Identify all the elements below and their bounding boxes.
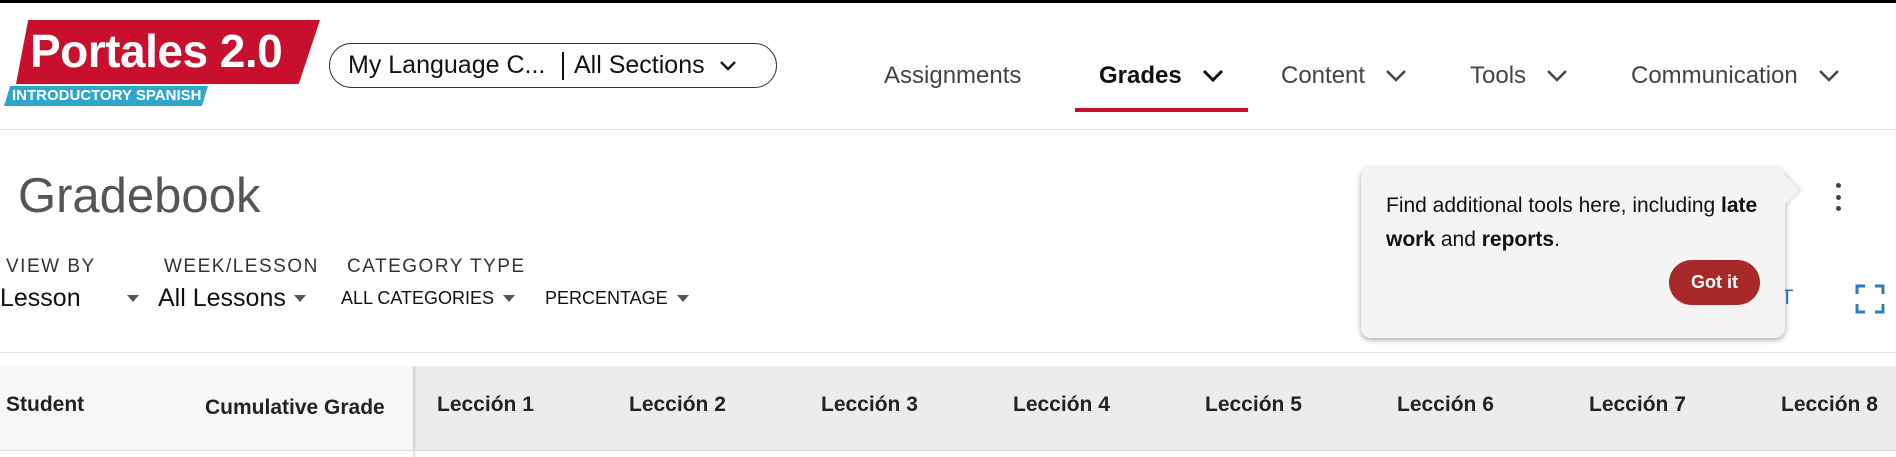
table-header-shadow [413,366,417,457]
table-top-border [0,352,1896,353]
column-header-leccion-8[interactable]: Lección 8 [1781,393,1878,417]
nav-tools[interactable]: Tools [1470,62,1568,90]
column-header-leccion-7[interactable]: Lección 7 [1589,393,1686,417]
logo-subtitle: INTRODUCTORY SPANISH [12,87,202,104]
tooltip-text-mid: and [1435,228,1482,251]
more-vertical-icon[interactable] [1830,183,1846,211]
nav-content[interactable]: Content [1281,62,1407,90]
portales-logo[interactable]: Portales 2.0 INTRODUCTORY SPANISH [4,20,322,108]
course-name: My Language C... [348,51,546,79]
category-type-select[interactable]: ALL CATEGORIES [341,288,516,309]
nav-communication[interactable]: Communication [1631,62,1840,90]
nav-grades[interactable]: Grades [1099,62,1224,90]
chevron-down-icon [1818,69,1840,83]
caret-down-icon [293,295,306,302]
chevron-down-icon [1202,69,1224,83]
nav-assignments[interactable]: Assignments [884,62,1021,90]
chevron-down-icon [1546,69,1568,83]
category-type-label: CATEGORY TYPE [347,256,526,277]
caret-down-icon [503,295,516,302]
week-lesson-label: WEEK/LESSON [164,256,319,277]
category-type-value: ALL CATEGORIES [341,288,495,308]
column-header-leccion-1[interactable]: Lección 1 [437,393,534,417]
tooltip-text: Find additional tools here, including la… [1386,189,1766,257]
header-divider [0,129,1896,130]
column-header-leccion-5[interactable]: Lección 5 [1205,393,1302,417]
section-name: All Sections [574,51,705,79]
column-header-student[interactable]: Student [6,393,84,417]
tooltip-text-suffix: . [1554,228,1560,251]
display-mode-select[interactable]: PERCENTAGE [545,288,689,309]
top-border [0,0,1896,3]
column-header-cumulative-grade[interactable]: Cumulative Grade [205,396,385,420]
column-header-leccion-3[interactable]: Lección 3 [821,393,918,417]
feature-tooltip: Find additional tools here, including la… [1361,167,1800,338]
tooltip-text-prefix: Find additional tools here, including [1386,194,1722,217]
view-by-select[interactable]: Lesson [0,284,139,313]
course-section-selector[interactable]: My Language C... All Sections [329,43,777,88]
page-title: Gradebook [18,169,261,223]
nav-label: Grades [1099,62,1182,89]
active-tab-underline [1075,108,1248,112]
display-mode-value: PERCENTAGE [545,288,668,308]
tooltip-arrow [1768,174,1800,206]
week-lesson-select[interactable]: All Lessons [158,284,306,313]
selector-divider [562,51,564,80]
view-by-value: Lesson [0,284,81,312]
logo-title: Portales 2.0 [30,25,283,77]
got-it-button[interactable]: Got it [1669,260,1760,305]
week-lesson-value: All Lessons [158,284,286,312]
view-by-label: VIEW BY [6,256,96,277]
column-header-leccion-2[interactable]: Lección 2 [629,393,726,417]
column-header-leccion-6[interactable]: Lección 6 [1397,393,1494,417]
nav-label: Assignments [884,62,1022,89]
caret-down-icon [126,295,139,302]
caret-down-icon [676,295,689,302]
chevron-down-icon [1385,69,1407,83]
table-header-bottom-border [0,450,1896,451]
nav-label: Tools [1470,62,1527,89]
tooltip-reports: reports [1481,228,1555,251]
nav-label: Communication [1631,62,1798,89]
fullscreen-icon[interactable] [1855,284,1885,314]
column-header-leccion-4[interactable]: Lección 4 [1013,393,1110,417]
chevron-down-icon [719,60,737,72]
nav-label: Content [1281,62,1366,89]
